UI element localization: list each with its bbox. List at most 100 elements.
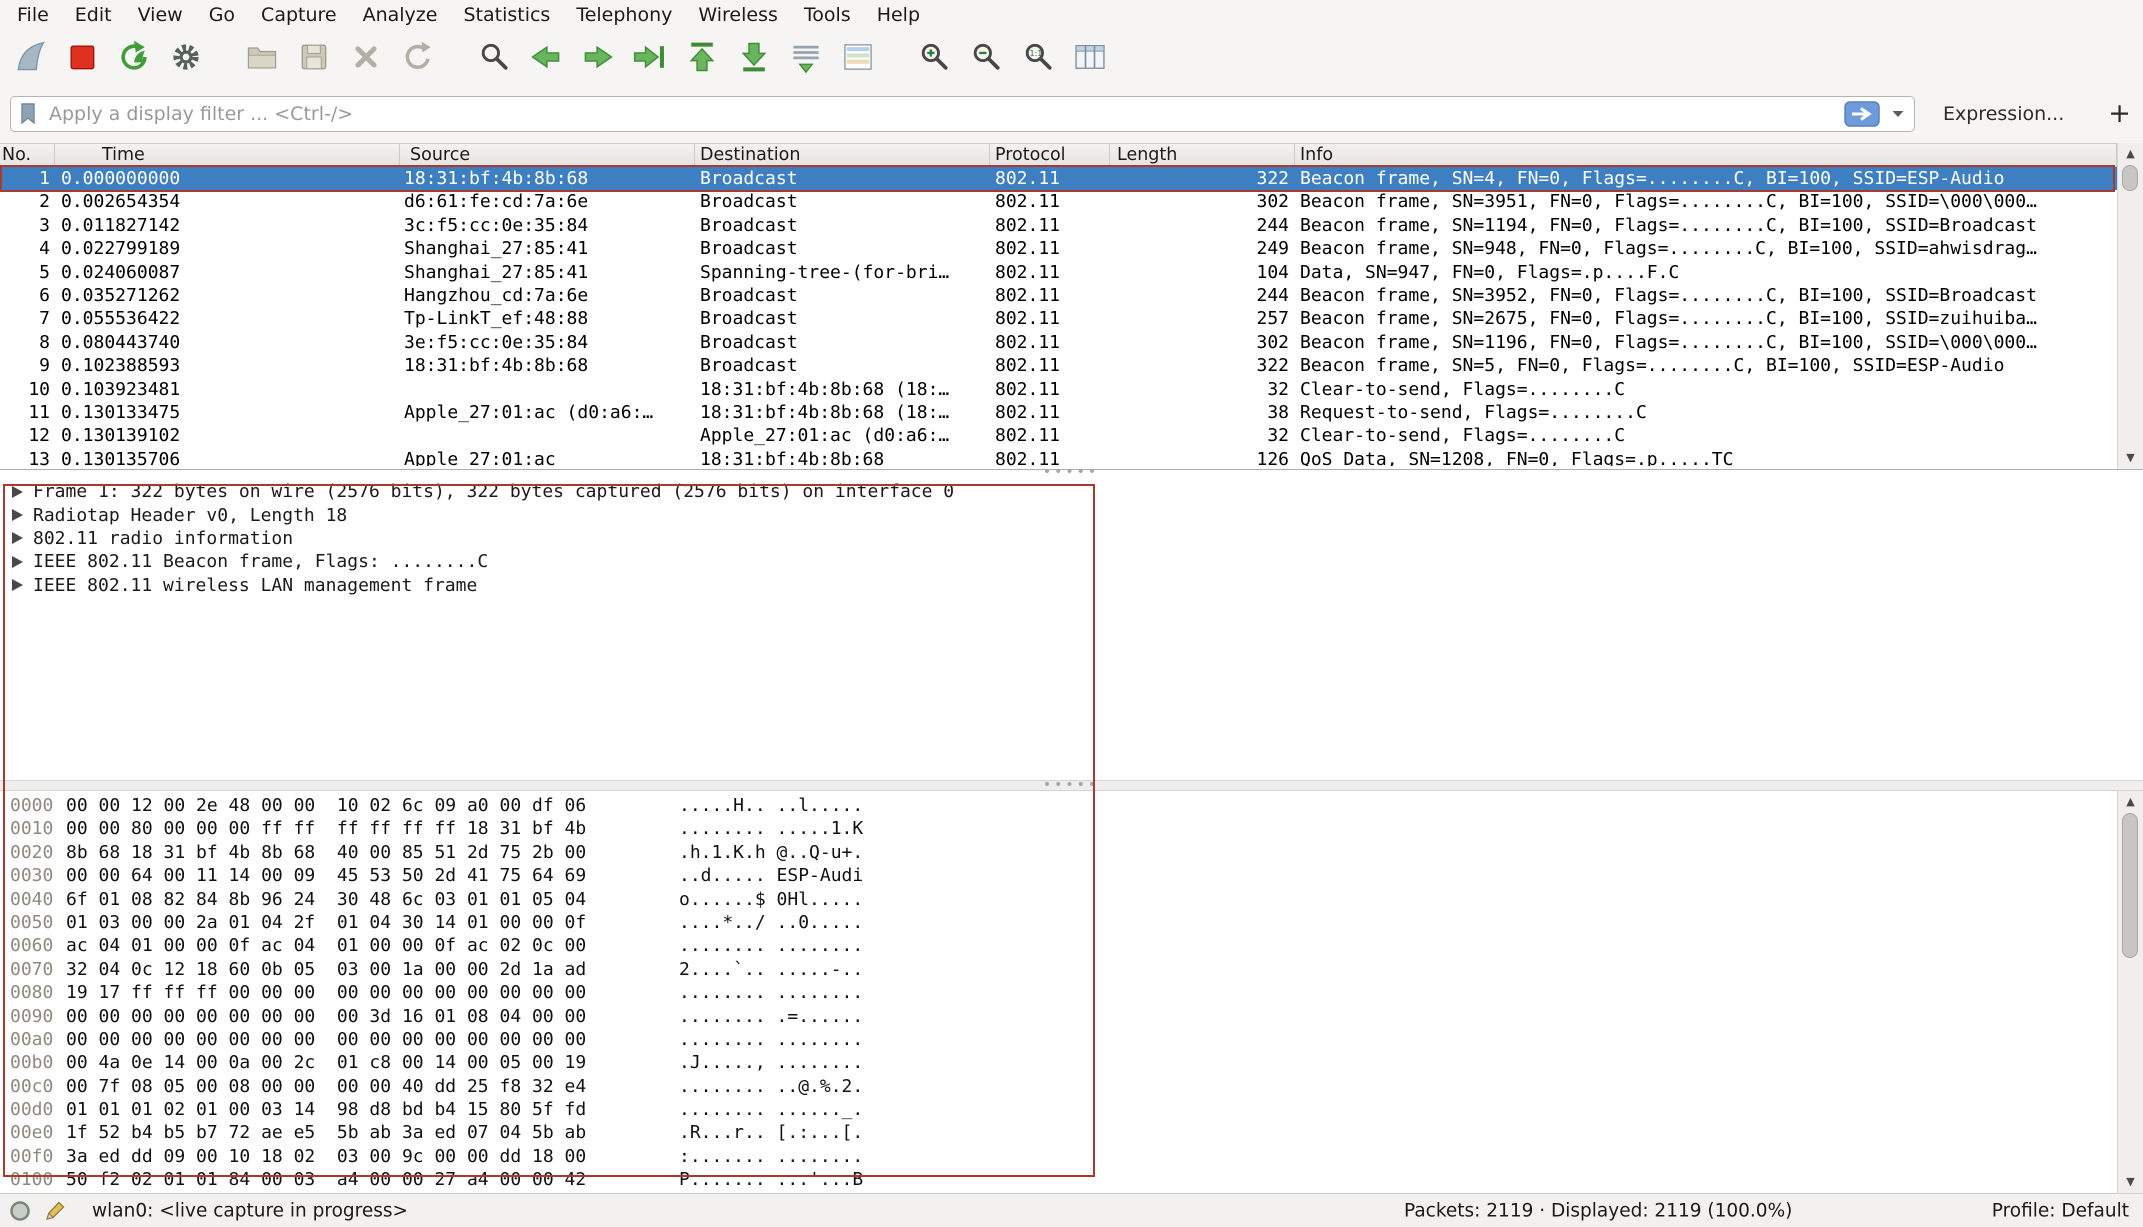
menu-help[interactable]: Help (864, 2, 933, 28)
hex-row[interactable]: 000000 00 12 00 2e 48 00 00 10 02 6c 09 … (0, 794, 2143, 817)
packet-row[interactable]: 20.002654354d6:61:fe:cd:7a:6eBroadcast80… (0, 190, 2117, 213)
hex-row[interactable]: 00f03a ed dd 09 00 10 18 02 03 00 9c 00 … (0, 1145, 2143, 1168)
packet-row[interactable]: 70.055536422Tp-LinkT_ef:48:88Broadcast80… (0, 307, 2117, 330)
filter-apply-icon[interactable] (1844, 101, 1880, 127)
packet-row[interactable]: 10.00000000018:31:bf:4b:8b:68Broadcast80… (0, 167, 2117, 190)
menu-analyze[interactable]: Analyze (350, 2, 451, 28)
hex-row[interactable]: 00e01f 52 b4 b5 b7 72 ae e5 5b ab 3a ed … (0, 1121, 2143, 1144)
filter-bookmark-icon[interactable] (19, 102, 37, 126)
menu-go[interactable]: Go (196, 2, 248, 28)
hex-row[interactable]: 00c000 7f 08 05 00 08 00 00 00 00 40 dd … (0, 1075, 2143, 1098)
hex-row[interactable]: 008019 17 ff ff ff 00 00 00 00 00 00 00 … (0, 981, 2143, 1004)
hex-row[interactable]: 009000 00 00 00 00 00 00 00 00 3d 16 01 … (0, 1005, 2143, 1028)
menu-statistics[interactable]: Statistics (450, 2, 563, 28)
reload-button[interactable] (392, 34, 444, 80)
menu-edit[interactable]: Edit (62, 2, 125, 28)
resize-columns-button[interactable] (1064, 34, 1116, 80)
detail-line[interactable]: IEEE 802.11 Beacon frame, Flags: .......… (10, 550, 2143, 573)
pane-splitter-handle[interactable]: ••••• (1031, 467, 1111, 477)
column-header-destination[interactable]: Destination (695, 144, 990, 166)
hex-row[interactable]: 003000 00 64 00 11 14 00 09 45 53 50 2d … (0, 864, 2143, 887)
packet-row[interactable]: 110.130133475Apple_27:01:ac (d0:a6:…18:3… (0, 401, 2117, 424)
detail-line[interactable]: Frame 1: 322 bytes on wire (2576 bits), … (10, 480, 2143, 503)
packet-row[interactable]: 50.024060087Shanghai_27:85:41Spanning-tr… (0, 261, 2117, 284)
packet-row[interactable]: 30.0118271423c:f5:cc:0e:35:84Broadcast80… (0, 214, 2117, 237)
expander-icon[interactable] (12, 579, 23, 591)
zoom-original-button[interactable]: 1:1 (1012, 34, 1064, 80)
pane-splitter-handle[interactable]: ••••• (1031, 780, 1111, 790)
expander-icon[interactable] (12, 532, 23, 544)
profile-text[interactable]: Profile: Default (1992, 1200, 2129, 1221)
go-last-button[interactable] (728, 34, 780, 80)
packet-row[interactable]: 100.10392348118:31:bf:4b:8b:68 (18:…802.… (0, 378, 2117, 401)
hex-row[interactable]: 00d001 01 01 02 01 00 03 14 98 d8 bd b4 … (0, 1098, 2143, 1121)
capture-stop-button[interactable] (56, 34, 108, 80)
expression-button[interactable]: Expression... (1943, 103, 2064, 125)
go-to-packet-button[interactable] (624, 34, 676, 80)
file-save-button[interactable] (288, 34, 340, 80)
detail-line[interactable]: 802.11 radio information (10, 527, 2143, 550)
column-header-protocol[interactable]: Protocol (990, 144, 1110, 166)
zoom-in-button[interactable] (908, 34, 960, 80)
find-packet-button[interactable] (468, 34, 520, 80)
packet-row[interactable]: 120.130139102Apple_27:01:ac (d0:a6:…802.… (0, 424, 2117, 447)
capture-restart-button[interactable] (108, 34, 160, 80)
menu-view[interactable]: View (125, 2, 196, 28)
hex-row[interactable]: 005001 03 00 00 2a 01 04 2f 01 04 30 14 … (0, 911, 2143, 934)
display-filter-input[interactable] (47, 102, 1836, 126)
file-open-button[interactable] (236, 34, 288, 80)
go-first-button[interactable] (676, 34, 728, 80)
colorize-button[interactable] (832, 34, 884, 80)
hex-pane-scrollbar[interactable]: ▲ ▼ (2117, 791, 2143, 1193)
zoom-out-button[interactable] (960, 34, 1012, 80)
hex-row[interactable]: 010050 f2 02 01 01 84 00 03 a4 00 00 27 … (0, 1168, 2143, 1191)
hex-row[interactable]: 0060ac 04 01 00 00 0f ac 04 01 00 00 0f … (0, 934, 2143, 957)
column-header-info[interactable]: Info (1295, 144, 2117, 166)
cell-info: Clear-to-send, Flags=........C (1295, 424, 2117, 447)
hex-row[interactable]: 00406f 01 08 82 84 8b 96 24 30 48 6c 03 … (0, 888, 2143, 911)
detail-line[interactable]: Radiotap Header v0, Length 18 (10, 503, 2143, 526)
expander-icon[interactable] (12, 486, 23, 498)
scrollbar-thumb[interactable] (2122, 813, 2138, 958)
auto-scroll-button[interactable] (780, 34, 832, 80)
go-forward-button[interactable] (572, 34, 624, 80)
scroll-down-icon[interactable]: ▼ (2118, 1173, 2143, 1191)
hex-row[interactable]: 00208b 68 18 31 bf 4b 8b 68 40 00 85 51 … (0, 841, 2143, 864)
scroll-up-icon[interactable]: ▲ (2118, 793, 2143, 811)
expander-icon[interactable] (12, 556, 23, 568)
menu-telephony[interactable]: Telephony (563, 2, 685, 28)
packet-list-scrollbar[interactable]: ▲ ▼ (2117, 143, 2143, 469)
menu-file[interactable]: File (4, 2, 62, 28)
packet-row[interactable]: 80.0804437403e:f5:cc:0e:35:84Broadcast80… (0, 331, 2117, 354)
hex-row[interactable]: 001000 00 80 00 00 00 ff ff ff ff ff ff … (0, 817, 2143, 840)
detail-text: IEEE 802.11 Beacon frame, Flags: .......… (33, 551, 488, 572)
filter-dropdown-caret-icon[interactable] (1890, 108, 1906, 120)
scroll-down-icon[interactable]: ▼ (2118, 449, 2143, 467)
add-filter-button[interactable]: + (2108, 100, 2131, 127)
scroll-up-icon[interactable]: ▲ (2118, 145, 2143, 163)
packet-row[interactable]: 90.10238859318:31:bf:4b:8b:68Broadcast80… (0, 354, 2117, 377)
expander-icon[interactable] (12, 509, 23, 521)
menu-wireless[interactable]: Wireless (685, 2, 791, 28)
capture-comment-icon[interactable] (42, 1198, 68, 1224)
menu-capture[interactable]: Capture (248, 2, 350, 28)
scrollbar-thumb[interactable] (2122, 165, 2138, 191)
column-header-source[interactable]: Source (400, 144, 695, 166)
hex-row[interactable]: 00b000 4a 0e 14 00 0a 00 2c 01 c8 00 14 … (0, 1051, 2143, 1074)
display-filter-box[interactable] (10, 96, 1915, 132)
go-back-button[interactable] (520, 34, 572, 80)
file-close-button[interactable] (340, 34, 392, 80)
capture-start-button[interactable] (4, 34, 56, 80)
capture-options-button[interactable] (160, 34, 212, 80)
column-header-no[interactable]: No. (0, 144, 55, 166)
hex-row[interactable]: 00a000 00 00 00 00 00 00 00 00 00 00 00 … (0, 1028, 2143, 1051)
detail-line[interactable]: IEEE 802.11 wireless LAN management fram… (10, 574, 2143, 597)
expert-info-icon[interactable] (8, 1199, 32, 1223)
column-header-time[interactable]: Time (55, 144, 400, 166)
hex-row[interactable]: 007032 04 0c 12 18 60 0b 05 03 00 1a 00 … (0, 958, 2143, 981)
column-header-length[interactable]: Length (1110, 144, 1295, 166)
packet-row[interactable]: 60.035271262Hangzhou_cd:7a:6eBroadcast80… (0, 284, 2117, 307)
packet-row[interactable]: 40.022799189Shanghai_27:85:41Broadcast80… (0, 237, 2117, 260)
menu-tools[interactable]: Tools (791, 2, 864, 28)
hex-ascii: .J....., ........ (679, 1051, 863, 1074)
